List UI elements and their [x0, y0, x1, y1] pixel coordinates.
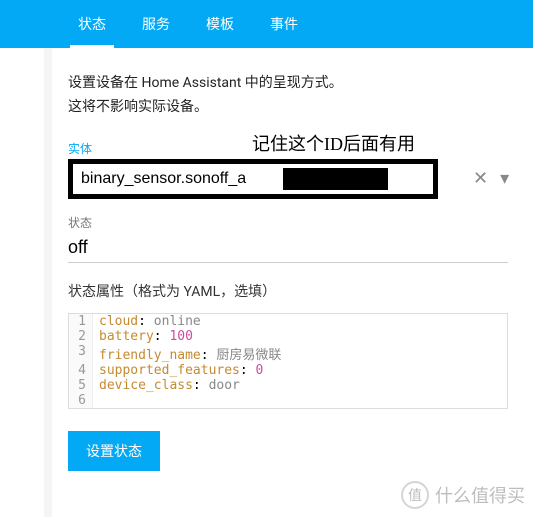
tab-templates[interactable]: 模板	[188, 0, 252, 48]
tabs: 状态 服务 模板 事件	[60, 0, 316, 48]
clear-icon[interactable]: ✕	[473, 168, 488, 189]
line-number: 2	[69, 329, 93, 344]
desc-line2: 这将不影响实际设备。	[68, 96, 515, 120]
watermark: 值 什么值得买	[401, 481, 525, 509]
dropdown-icon[interactable]: ▾	[500, 168, 509, 189]
line-number: 3	[69, 344, 93, 363]
state-label: 状态	[68, 214, 515, 231]
set-state-button[interactable]: 设置状态	[68, 431, 160, 471]
tab-services[interactable]: 服务	[124, 0, 188, 48]
entity-input[interactable]	[73, 164, 283, 194]
annotation-text: 记住这个ID后面有用	[252, 130, 415, 156]
scrollbar[interactable]	[44, 48, 52, 517]
line-number: 5	[69, 378, 93, 393]
yaml-editor[interactable]: 1cloud: online 2battery: 100 3friendly_n…	[68, 313, 508, 409]
description: 设置设备在 Home Assistant 中的呈现方式。 这将不影响实际设备。	[68, 72, 515, 120]
tab-events[interactable]: 事件	[252, 0, 316, 48]
watermark-icon: 值	[401, 481, 429, 509]
tab-states[interactable]: 状态	[60, 0, 124, 48]
line-number: 6	[69, 393, 93, 408]
line-number: 4	[69, 363, 93, 378]
app-bar: 状态 服务 模板 事件	[0, 0, 533, 48]
content: 设置设备在 Home Assistant 中的呈现方式。 这将不影响实际设备。 …	[0, 48, 533, 487]
redacted-area	[283, 168, 388, 190]
state-field: 状态	[68, 214, 515, 263]
desc-line1: 设置设备在 Home Assistant 中的呈现方式。	[68, 72, 515, 96]
watermark-text: 什么值得买	[435, 482, 525, 508]
state-input[interactable]	[68, 233, 508, 263]
entity-highlight-box	[68, 159, 438, 199]
attrs-label: 状态属性（格式为 YAML，选填）	[68, 281, 515, 301]
line-number: 1	[69, 314, 93, 329]
